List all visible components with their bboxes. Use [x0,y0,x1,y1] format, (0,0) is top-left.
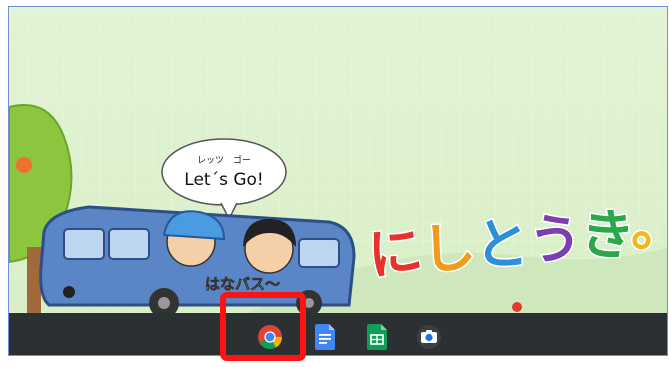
camera-app-button[interactable] [416,324,442,350]
logo-char: に [364,218,426,288]
camera-icon [417,325,441,349]
bus-illustration: はなバス〜 [39,205,356,313]
bus-label: はなバス〜 [205,275,280,293]
chrome-highlight-box [220,292,306,361]
logo-char: し [420,215,478,282]
speech-kana: レッツ ゴー [197,154,251,166]
logo-char: う [526,207,583,273]
logo-char: と [475,213,529,276]
sheets-icon [367,324,387,350]
tree-fruit [16,157,32,173]
logo-char: 。 [631,195,668,258]
speech-text: Let´s Go! [184,170,263,190]
docs-icon [315,324,335,350]
sheets-app-button[interactable] [364,324,390,350]
speech-bubble: レッツ ゴー Let´s Go! [161,138,287,221]
screen-frame: レッツ ゴー Let´s Go! はなバス〜 にしとうき。 [8,6,668,356]
chromeos-shelf [9,313,667,355]
logo-char: き [578,201,637,268]
wallpaper-illustration: レッツ ゴー Let´s Go! はなバス〜 にしとうき。 [9,104,668,313]
flower [512,302,522,312]
tree-trunk [27,247,41,313]
docs-app-button[interactable] [312,324,338,350]
